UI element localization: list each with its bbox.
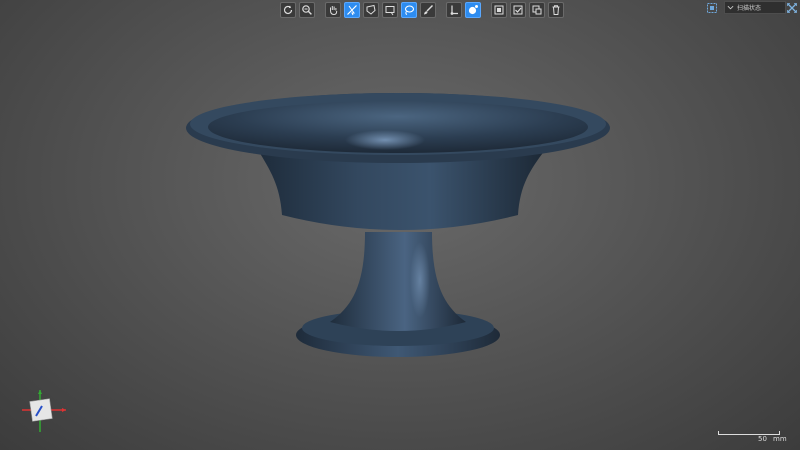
model-viewport[interactable] (0, 0, 800, 450)
scale-bar: 50 mm (718, 431, 787, 443)
scale-unit: mm (773, 435, 787, 443)
bowl-stem (330, 232, 466, 331)
axis-gizmo[interactable] (16, 386, 68, 434)
scale-value: 50 (758, 435, 767, 443)
scale-line (718, 431, 780, 435)
